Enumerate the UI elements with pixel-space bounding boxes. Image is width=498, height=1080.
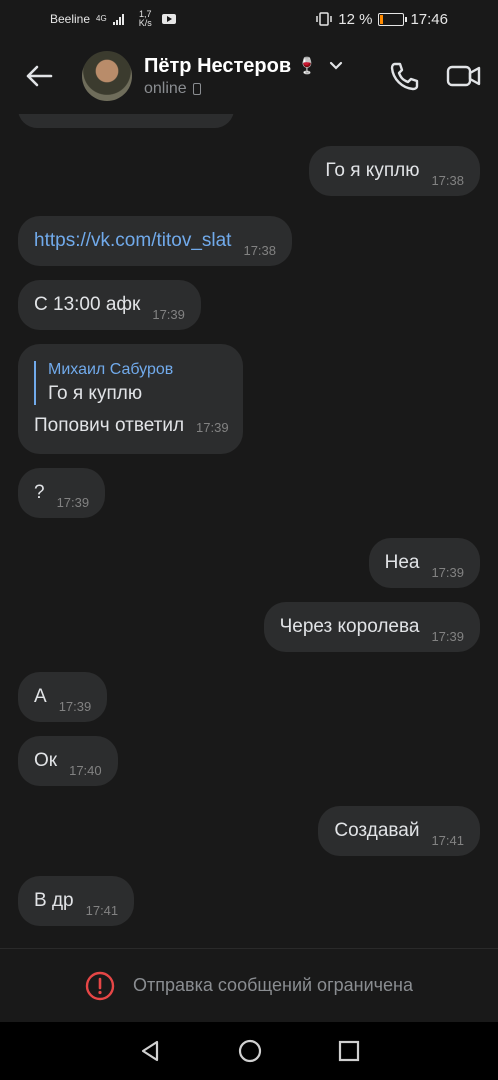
carrier-name: Beeline (50, 12, 91, 26)
nav-home-icon[interactable] (237, 1038, 263, 1064)
message-bubble-partial[interactable] (18, 114, 234, 128)
alert-circle-icon (85, 971, 115, 1000)
message-bubble-out[interactable]: Через королева 17:39 (263, 602, 480, 652)
message-time: 17:39 (152, 307, 185, 322)
battery-icon (378, 12, 408, 26)
message-bubble-in[interactable]: https://vk.com/titov_slat 17:38 (18, 216, 293, 266)
message-time: 17:38 (431, 173, 464, 188)
message-time: 17:39 (58, 699, 92, 714)
message-text: С 13:00 афк (34, 294, 141, 315)
message-time: 17:39 (196, 420, 229, 435)
message-text: ? (34, 482, 45, 503)
online-status: online (144, 79, 187, 97)
restriction-text: Отправка сообщений ограничена (133, 975, 413, 995)
message-text: Неа (384, 552, 420, 573)
message-bubble-reply[interactable]: Михаил Сабуров Го я куплю Попович ответи… (18, 344, 243, 454)
message-time: 17:39 (56, 495, 90, 510)
message-bubble-out[interactable]: Го я куплю 17:38 (309, 146, 480, 196)
arrow-left-icon (26, 65, 53, 87)
message-time: 17:41 (85, 903, 119, 918)
contact-info[interactable]: Пётр Нестеров 🍷 online (144, 55, 343, 98)
mobile-icon (192, 82, 201, 95)
message-bubble-in[interactable]: С 13:00 афк 17:39 (18, 280, 201, 330)
system-nav-bar (0, 1022, 498, 1080)
message-bubble-out[interactable]: Неа 17:39 (368, 538, 480, 588)
message-text: В др (34, 890, 74, 911)
avatar[interactable] (82, 51, 132, 101)
video-call-icon[interactable] (446, 63, 482, 89)
chevron-down-icon[interactable] (329, 61, 343, 71)
message-text: А (34, 686, 47, 707)
message-bubble-out[interactable]: Создавай 17:41 (318, 806, 480, 856)
phone-icon[interactable] (388, 60, 420, 92)
reply-text: Го я куплю (48, 383, 143, 404)
restriction-notice: Отправка сообщений ограничена (0, 948, 498, 1022)
chat-header: Пётр Нестеров 🍷 online (0, 38, 498, 114)
message-text: Попович ответил (34, 415, 185, 436)
wine-glass-icon: 🍷 (297, 58, 318, 75)
message-time: 17:39 (431, 565, 464, 580)
contact-name: Пётр Нестеров (144, 54, 292, 77)
message-time: 17:40 (69, 763, 102, 778)
message-time: 17:39 (431, 629, 464, 644)
message-text: Ок (34, 750, 58, 771)
message-time: 17:41 (431, 833, 464, 848)
message-bubble-in[interactable]: ? 17:39 (18, 468, 106, 518)
youtube-icon (161, 14, 176, 24)
network-type: 4G (96, 14, 107, 23)
network-speed: 1,7 K/s (138, 9, 152, 28)
status-bar: Beeline 4G 1,7 K/s 12 % 17:46 (0, 0, 498, 38)
message-bubble-in[interactable]: Ок 17:40 (18, 736, 118, 786)
message-link[interactable]: https://vk.com/titov_slat (34, 230, 231, 252)
signal-icon (112, 14, 124, 25)
message-list[interactable]: Го я куплю 17:38 https://vk.com/titov_sl… (0, 114, 498, 948)
nav-recents-icon[interactable] (338, 1040, 360, 1062)
message-time: 17:38 (243, 243, 277, 258)
clock: 17:46 (410, 10, 448, 28)
message-bubble-in[interactable]: А 17:39 (18, 672, 108, 722)
message-text: Создавай (334, 820, 420, 841)
message-bubble-in[interactable]: В др 17:41 (18, 876, 135, 926)
vibrate-icon (316, 12, 332, 26)
message-text: Го я куплю (325, 160, 420, 181)
nav-back-icon[interactable] (138, 1039, 162, 1063)
reply-quote[interactable]: Михаил Сабуров Го я куплю (34, 361, 173, 405)
back-button[interactable] (16, 53, 62, 99)
reply-author: Михаил Сабуров (48, 361, 174, 378)
battery-percent: 12 % (338, 10, 373, 28)
message-text: Через королева (279, 616, 420, 637)
